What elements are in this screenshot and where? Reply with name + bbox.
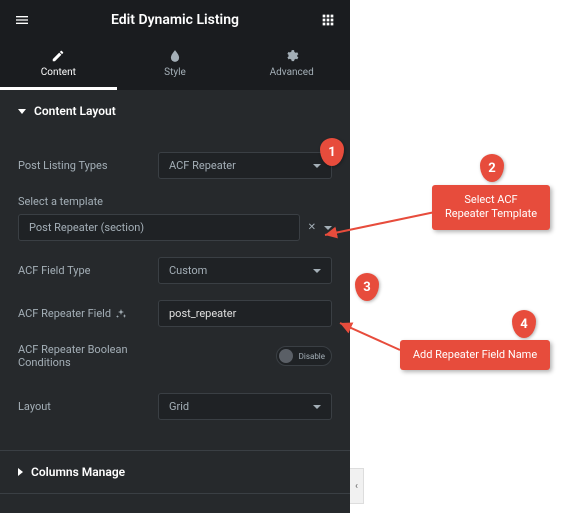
chevron-down-icon [313,269,321,273]
chevron-down-icon[interactable] [324,226,332,230]
field-label: ACF Field Type [18,264,158,277]
input-value: post_repeater [169,307,236,320]
select-value: ACF Repeater [169,159,236,172]
section-columns-manage: Columns Manage [0,451,350,494]
tab-label: Content [41,67,76,78]
section-body: Post Listing Types ACF Repeater Select a… [0,132,350,450]
field-label: ACF Repeater Boolean Conditions [18,343,178,369]
section-header-content-layout[interactable]: Content Layout [0,90,350,132]
tab-advanced[interactable]: Advanced [233,40,350,90]
annotation-callout-field: Add Repeater Field Name [400,340,550,370]
select-layout[interactable]: Grid [158,393,332,420]
gear-icon [285,49,299,63]
field-label: Layout [18,400,158,413]
field-acf-field-type: ACF Field Type Custom [18,257,332,284]
field-label: Post Listing Types [18,159,158,172]
droplet-icon [168,49,182,63]
clear-icon[interactable]: ✕ [308,222,316,233]
field-post-listing-types: Post Listing Types ACF Repeater [18,152,332,179]
toggle-knob [279,349,293,363]
editor-panel: Edit Dynamic Listing Content Style Advan… [0,0,350,513]
tabs: Content Style Advanced [0,40,350,90]
tab-label: Advanced [270,67,314,78]
collapse-panel-button[interactable]: ‹ [350,468,364,504]
select-value: Grid [169,400,189,413]
chevron-right-icon [18,468,23,476]
select-value: Post Repeater (section) [29,221,144,234]
section-content-layout: Content Layout Post Listing Types ACF Re… [0,90,350,451]
toggle-text: Disable [299,352,325,361]
annotation-badge-2: 2 [480,154,504,182]
sparkle-icon [115,308,127,320]
panel-title: Edit Dynamic Listing [32,12,318,28]
chevron-down-icon [18,109,26,114]
annotation-badge-3: 3 [355,273,379,301]
panel-header: Edit Dynamic Listing [0,0,350,40]
field-acf-repeater-field: ACF Repeater Field post_repeater [18,300,332,327]
chevron-down-icon [313,164,321,168]
chevron-down-icon [313,405,321,409]
select-acf-field-type[interactable]: Custom [158,257,332,284]
field-acf-repeater-boolean: ACF Repeater Boolean Conditions Disable [18,343,332,369]
toggle-acf-boolean[interactable]: Disable [276,346,332,366]
field-label: Select a template [18,195,332,208]
section-title: Columns Manage [31,465,125,479]
field-label: ACF Repeater Field [18,307,158,320]
annotation-callout-template: Select ACF Repeater Template [432,185,550,230]
section-title: Content Layout [34,104,116,118]
tab-label: Style [164,67,186,78]
select-post-listing-types[interactable]: ACF Repeater [158,152,332,179]
menu-icon[interactable] [12,10,32,30]
field-select-template: Post Repeater (section) ✕ [18,214,332,241]
annotation-badge-4: 4 [512,310,536,338]
select-template[interactable]: Post Repeater (section) [18,214,300,241]
select-value: Custom [169,264,207,277]
section-header-columns-manage[interactable]: Columns Manage [0,451,350,493]
tab-content[interactable]: Content [0,40,117,90]
input-acf-repeater-field[interactable]: post_repeater [158,300,332,327]
apps-icon[interactable] [318,10,338,30]
tab-style[interactable]: Style [117,40,234,90]
pencil-icon [51,49,65,63]
field-layout: Layout Grid [18,393,332,420]
